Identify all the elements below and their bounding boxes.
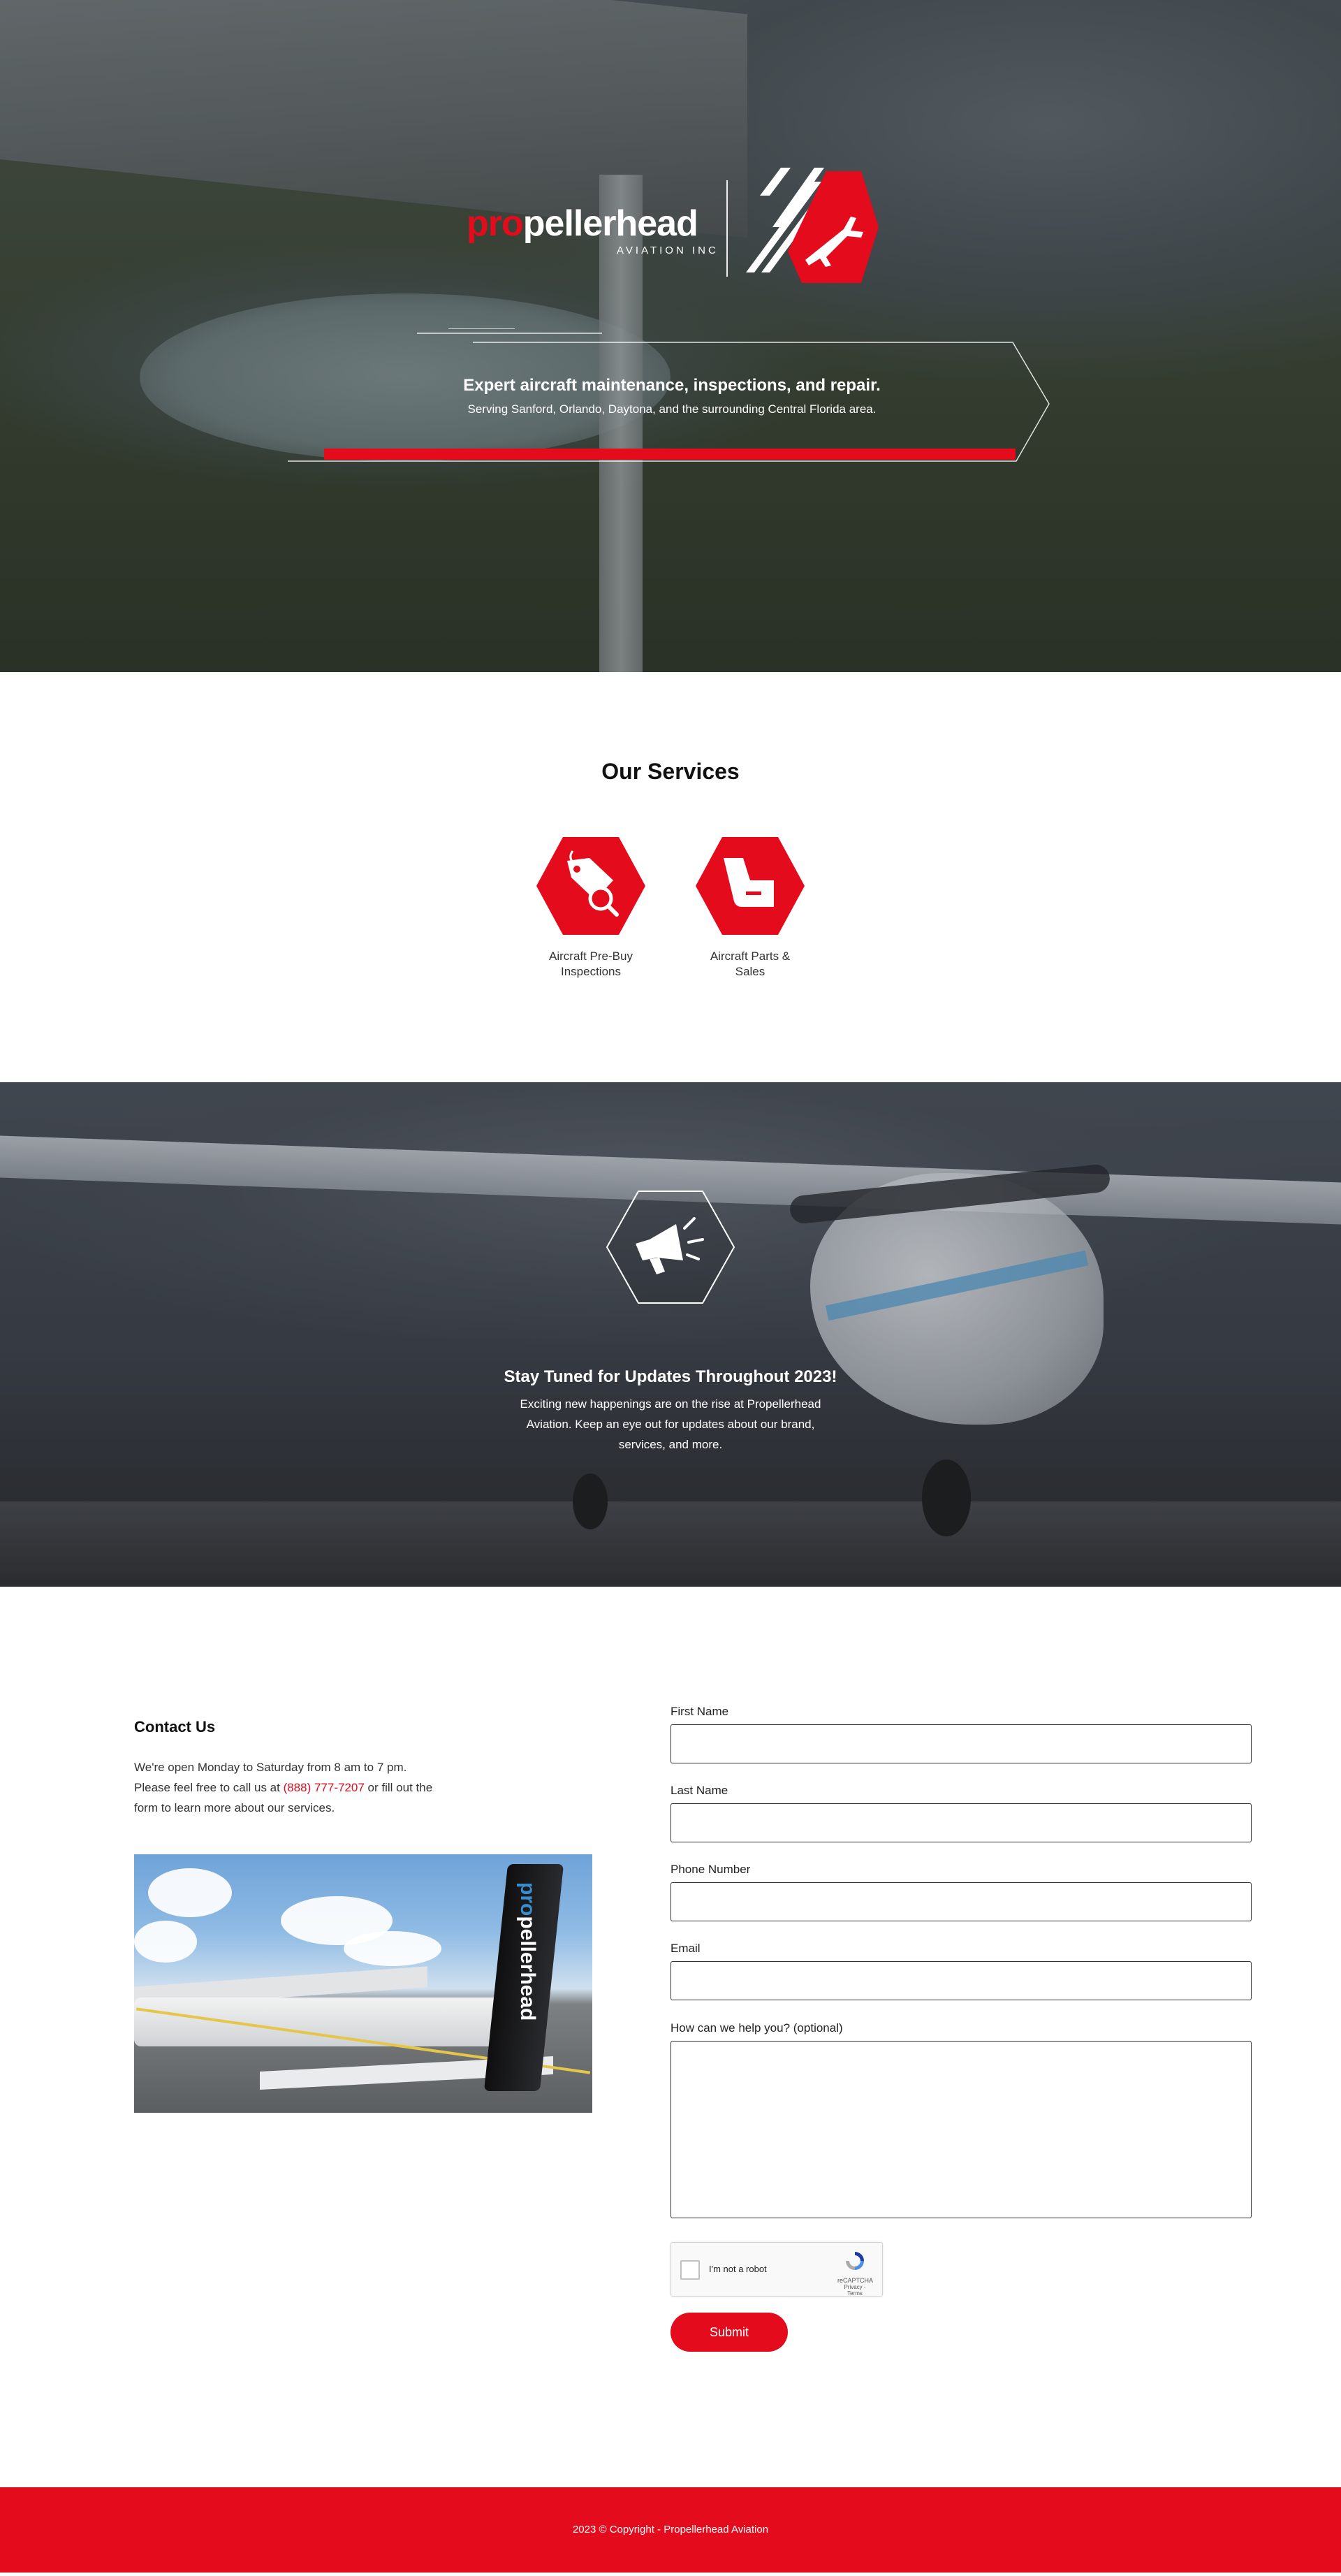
recaptcha-label: I'm not a robot xyxy=(709,2264,767,2274)
services-title: Our Services xyxy=(601,759,740,784)
phone-group: Phone Number xyxy=(670,1863,1252,1921)
photo-fuselage xyxy=(134,1998,525,2046)
recaptcha-icon xyxy=(846,2252,864,2270)
photo-cloud xyxy=(344,1931,441,1966)
airplane-hexagon-icon xyxy=(746,168,879,283)
logo-divider xyxy=(726,180,728,277)
first-name-input[interactable] xyxy=(670,1724,1252,1763)
last-name-input[interactable] xyxy=(670,1803,1252,1842)
last-name-group: Last Name xyxy=(670,1784,1252,1842)
updates-title: Stay Tuned for Updates Throughout 2023! xyxy=(504,1367,837,1386)
first-name-group: First Name xyxy=(670,1705,1252,1763)
phone-link[interactable]: (888) 777-7207 xyxy=(284,1781,365,1794)
message-label: How can we help you? (optional) xyxy=(670,2021,843,2035)
recaptcha-widget: I'm not a robot reCAPTCHA Privacy - Term… xyxy=(670,2242,883,2297)
email-label: Email xyxy=(670,1942,701,1955)
submit-button[interactable]: Submit xyxy=(670,2313,788,2352)
message-textarea[interactable] xyxy=(670,2041,1252,2218)
brand-subtitle: AVIATION INC xyxy=(617,245,719,256)
hero-subline: Serving Sanford, Orlando, Daytona, and t… xyxy=(467,402,877,416)
recaptcha-links[interactable]: Privacy - Terms xyxy=(837,2284,872,2297)
hero-headline: Expert aircraft maintenance, inspections… xyxy=(463,376,881,395)
tag-magnifier-icon xyxy=(536,837,645,935)
service-item-pre-buy-inspections[interactable]: Aircraft Pre-Buy Inspections xyxy=(521,837,661,980)
recaptcha-logo: reCAPTCHA Privacy - Terms xyxy=(837,2250,874,2297)
hero-section: propellerhead AVIATION INC Expert aircra… xyxy=(0,0,1341,672)
phone-input[interactable] xyxy=(670,1882,1252,1921)
first-name-label: First Name xyxy=(670,1705,729,1718)
phone-label: Phone Number xyxy=(670,1863,751,1876)
service-label: Aircraft Pre-Buy Inspections xyxy=(549,949,633,978)
updates-wheel-backdrop xyxy=(573,1473,608,1529)
service-label: Aircraft Parts & Sales xyxy=(710,949,791,978)
message-group: How can we help you? (optional) xyxy=(670,2021,1252,2218)
megaphone-icon xyxy=(606,1191,735,1304)
last-name-label: Last Name xyxy=(670,1784,728,1797)
updates-runway-backdrop xyxy=(0,1501,1341,1587)
email-group: Email xyxy=(670,1942,1252,2000)
photo-cloud xyxy=(134,1921,197,1963)
tagline-frame-lines xyxy=(288,328,1050,462)
photo-tail-logo-blue: pro xyxy=(516,1882,539,1916)
photo-tail-logo: propellerhead xyxy=(511,1882,539,2078)
brand-name-white: pellerhead xyxy=(522,203,698,244)
brand-name-red: pro xyxy=(467,203,524,244)
aircraft-seat-icon xyxy=(696,837,805,935)
email-input[interactable] xyxy=(670,1961,1252,2000)
brand-logo[interactable]: propellerhead AVIATION INC xyxy=(467,168,879,286)
footer-copyright: 2023 © Copyright - Propellerhead Aviatio… xyxy=(572,2524,769,2535)
recaptcha-checkbox[interactable] xyxy=(680,2260,700,2280)
contact-text: We're open Monday to Saturday from 8 am … xyxy=(134,1757,434,1818)
brand-wordmark: propellerhead xyxy=(467,203,698,245)
updates-section: Stay Tuned for Updates Throughout 2023! … xyxy=(0,1082,1341,1587)
contact-title: Contact Us xyxy=(134,1718,216,1735)
updates-body: Exciting new happenings are on the rise … xyxy=(520,1397,821,1451)
recaptcha-brand: reCAPTCHA xyxy=(837,2277,874,2284)
contact-aircraft-photo: propellerhead xyxy=(134,1854,592,2113)
photo-tail-logo-white: pellerhead xyxy=(516,1916,539,2021)
service-item-parts-sales[interactable]: Aircraft Parts & Sales xyxy=(680,837,820,980)
footer: 2023 © Copyright - Propellerhead Aviatio… xyxy=(0,2487,1341,2573)
photo-cloud xyxy=(148,1868,232,1917)
updates-wheel-backdrop xyxy=(922,1460,971,1536)
hero-tagline-panel: Expert aircraft maintenance, inspections… xyxy=(288,328,1056,468)
